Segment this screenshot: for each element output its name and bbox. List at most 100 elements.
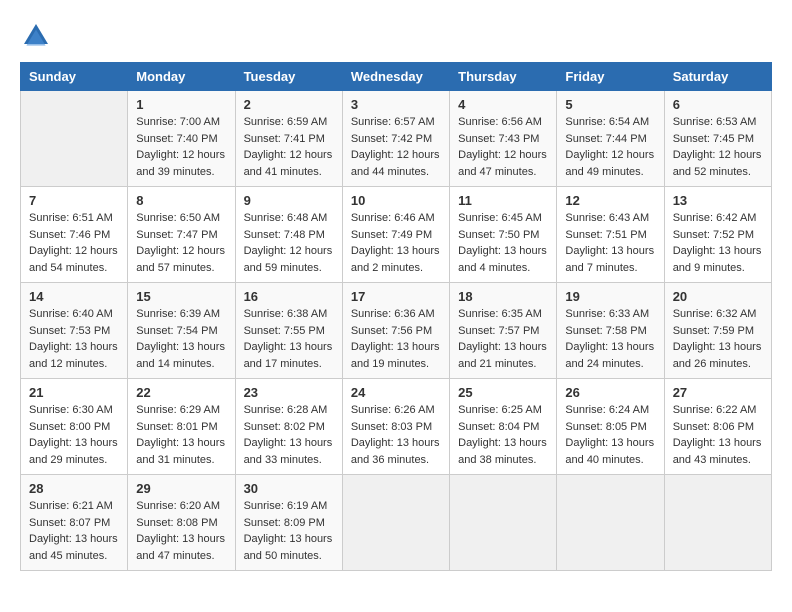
day-number: 12	[565, 193, 655, 208]
calendar-cell: 2 Sunrise: 6:59 AM Sunset: 7:41 PM Daylig…	[235, 91, 342, 187]
day-number: 17	[351, 289, 441, 304]
calendar-cell: 20 Sunrise: 6:32 AM Sunset: 7:59 PM Dayli…	[664, 283, 771, 379]
day-number: 26	[565, 385, 655, 400]
day-info: Sunrise: 6:29 AM Sunset: 8:01 PM Dayligh…	[136, 402, 226, 468]
day-info: Sunrise: 6:26 AM Sunset: 8:03 PM Dayligh…	[351, 402, 441, 468]
calendar-cell: 18 Sunrise: 6:35 AM Sunset: 7:57 PM Dayli…	[450, 283, 557, 379]
day-number: 16	[244, 289, 334, 304]
calendar-table: SundayMondayTuesdayWednesdayThursdayFrid…	[20, 62, 772, 571]
day-info: Sunrise: 6:20 AM Sunset: 8:08 PM Dayligh…	[136, 498, 226, 564]
day-info: Sunrise: 6:24 AM Sunset: 8:05 PM Dayligh…	[565, 402, 655, 468]
day-info: Sunrise: 6:38 AM Sunset: 7:55 PM Dayligh…	[244, 306, 334, 372]
calendar-cell: 16 Sunrise: 6:38 AM Sunset: 7:55 PM Dayli…	[235, 283, 342, 379]
calendar-cell: 27 Sunrise: 6:22 AM Sunset: 8:06 PM Dayli…	[664, 379, 771, 475]
day-number: 29	[136, 481, 226, 496]
day-number: 30	[244, 481, 334, 496]
day-number: 2	[244, 97, 334, 112]
day-number: 25	[458, 385, 548, 400]
day-info: Sunrise: 6:32 AM Sunset: 7:59 PM Dayligh…	[673, 306, 763, 372]
day-number: 28	[29, 481, 119, 496]
calendar-cell: 5 Sunrise: 6:54 AM Sunset: 7:44 PM Daylig…	[557, 91, 664, 187]
day-info: Sunrise: 6:50 AM Sunset: 7:47 PM Dayligh…	[136, 210, 226, 276]
day-info: Sunrise: 6:30 AM Sunset: 8:00 PM Dayligh…	[29, 402, 119, 468]
column-header-monday: Monday	[128, 63, 235, 91]
day-info: Sunrise: 6:48 AM Sunset: 7:48 PM Dayligh…	[244, 210, 334, 276]
week-row-4: 21 Sunrise: 6:30 AM Sunset: 8:00 PM Dayli…	[21, 379, 772, 475]
day-info: Sunrise: 7:00 AM Sunset: 7:40 PM Dayligh…	[136, 114, 226, 180]
day-number: 7	[29, 193, 119, 208]
day-number: 6	[673, 97, 763, 112]
calendar-body: 1Sunrise: 7:00 AM Sunset: 7:40 PM Daylig…	[21, 91, 772, 571]
calendar-cell	[342, 475, 449, 571]
calendar-cell: 23 Sunrise: 6:28 AM Sunset: 8:02 PM Dayli…	[235, 379, 342, 475]
calendar-cell: 1Sunrise: 7:00 AM Sunset: 7:40 PM Daylig…	[128, 91, 235, 187]
calendar-cell	[21, 91, 128, 187]
calendar-cell: 11Sunrise: 6:45 AM Sunset: 7:50 PM Dayli…	[450, 187, 557, 283]
day-number: 9	[244, 193, 334, 208]
day-info: Sunrise: 6:33 AM Sunset: 7:58 PM Dayligh…	[565, 306, 655, 372]
calendar-cell: 30 Sunrise: 6:19 AM Sunset: 8:09 PM Dayli…	[235, 475, 342, 571]
day-number: 20	[673, 289, 763, 304]
calendar-cell: 7 Sunrise: 6:51 AM Sunset: 7:46 PM Daylig…	[21, 187, 128, 283]
day-number: 13	[673, 193, 763, 208]
week-row-1: 1Sunrise: 7:00 AM Sunset: 7:40 PM Daylig…	[21, 91, 772, 187]
header-row: SundayMondayTuesdayWednesdayThursdayFrid…	[21, 63, 772, 91]
column-header-thursday: Thursday	[450, 63, 557, 91]
week-row-5: 28Sunrise: 6:21 AM Sunset: 8:07 PM Dayli…	[21, 475, 772, 571]
calendar-cell: 22 Sunrise: 6:29 AM Sunset: 8:01 PM Dayli…	[128, 379, 235, 475]
week-row-3: 14Sunrise: 6:40 AM Sunset: 7:53 PM Dayli…	[21, 283, 772, 379]
day-info: Sunrise: 6:59 AM Sunset: 7:41 PM Dayligh…	[244, 114, 334, 180]
day-info: Sunrise: 6:56 AM Sunset: 7:43 PM Dayligh…	[458, 114, 548, 180]
calendar-cell: 6 Sunrise: 6:53 AM Sunset: 7:45 PM Daylig…	[664, 91, 771, 187]
day-info: Sunrise: 6:40 AM Sunset: 7:53 PM Dayligh…	[29, 306, 119, 372]
column-header-friday: Friday	[557, 63, 664, 91]
column-header-tuesday: Tuesday	[235, 63, 342, 91]
calendar-cell: 19 Sunrise: 6:33 AM Sunset: 7:58 PM Dayli…	[557, 283, 664, 379]
day-info: Sunrise: 6:36 AM Sunset: 7:56 PM Dayligh…	[351, 306, 441, 372]
calendar-cell	[664, 475, 771, 571]
calendar-cell: 17 Sunrise: 6:36 AM Sunset: 7:56 PM Dayli…	[342, 283, 449, 379]
day-number: 23	[244, 385, 334, 400]
calendar-cell: 8 Sunrise: 6:50 AM Sunset: 7:47 PM Daylig…	[128, 187, 235, 283]
calendar-cell: 15Sunrise: 6:39 AM Sunset: 7:54 PM Dayli…	[128, 283, 235, 379]
week-row-2: 7 Sunrise: 6:51 AM Sunset: 7:46 PM Daylig…	[21, 187, 772, 283]
calendar-cell: 3Sunrise: 6:57 AM Sunset: 7:42 PM Daylig…	[342, 91, 449, 187]
day-number: 24	[351, 385, 441, 400]
calendar-cell: 26 Sunrise: 6:24 AM Sunset: 8:05 PM Dayli…	[557, 379, 664, 475]
day-info: Sunrise: 6:35 AM Sunset: 7:57 PM Dayligh…	[458, 306, 548, 372]
day-number: 19	[565, 289, 655, 304]
calendar-cell: 14Sunrise: 6:40 AM Sunset: 7:53 PM Dayli…	[21, 283, 128, 379]
day-info: Sunrise: 6:51 AM Sunset: 7:46 PM Dayligh…	[29, 210, 119, 276]
calendar-header: SundayMondayTuesdayWednesdayThursdayFrid…	[21, 63, 772, 91]
calendar-cell: 13 Sunrise: 6:42 AM Sunset: 7:52 PM Dayli…	[664, 187, 771, 283]
day-info: Sunrise: 6:22 AM Sunset: 8:06 PM Dayligh…	[673, 402, 763, 468]
day-info: Sunrise: 6:43 AM Sunset: 7:51 PM Dayligh…	[565, 210, 655, 276]
day-number: 5	[565, 97, 655, 112]
calendar-cell: 9 Sunrise: 6:48 AM Sunset: 7:48 PM Daylig…	[235, 187, 342, 283]
day-number: 21	[29, 385, 119, 400]
calendar-cell	[557, 475, 664, 571]
calendar-cell: 24 Sunrise: 6:26 AM Sunset: 8:03 PM Dayli…	[342, 379, 449, 475]
day-info: Sunrise: 6:54 AM Sunset: 7:44 PM Dayligh…	[565, 114, 655, 180]
day-info: Sunrise: 6:57 AM Sunset: 7:42 PM Dayligh…	[351, 114, 441, 180]
column-header-sunday: Sunday	[21, 63, 128, 91]
day-info: Sunrise: 6:53 AM Sunset: 7:45 PM Dayligh…	[673, 114, 763, 180]
calendar-cell: 12 Sunrise: 6:43 AM Sunset: 7:51 PM Dayli…	[557, 187, 664, 283]
day-number: 4	[458, 97, 548, 112]
day-number: 18	[458, 289, 548, 304]
day-number: 27	[673, 385, 763, 400]
day-info: Sunrise: 6:42 AM Sunset: 7:52 PM Dayligh…	[673, 210, 763, 276]
day-info: Sunrise: 6:45 AM Sunset: 7:50 PM Dayligh…	[458, 210, 548, 276]
day-info: Sunrise: 6:46 AM Sunset: 7:49 PM Dayligh…	[351, 210, 441, 276]
day-info: Sunrise: 6:39 AM Sunset: 7:54 PM Dayligh…	[136, 306, 226, 372]
calendar-cell: 10Sunrise: 6:46 AM Sunset: 7:49 PM Dayli…	[342, 187, 449, 283]
day-info: Sunrise: 6:28 AM Sunset: 8:02 PM Dayligh…	[244, 402, 334, 468]
day-number: 8	[136, 193, 226, 208]
calendar-cell: 4 Sunrise: 6:56 AM Sunset: 7:43 PM Daylig…	[450, 91, 557, 187]
day-number: 22	[136, 385, 226, 400]
day-info: Sunrise: 6:19 AM Sunset: 8:09 PM Dayligh…	[244, 498, 334, 564]
calendar-cell	[450, 475, 557, 571]
logo-icon	[20, 20, 52, 52]
column-header-saturday: Saturday	[664, 63, 771, 91]
calendar-cell: 21 Sunrise: 6:30 AM Sunset: 8:00 PM Dayli…	[21, 379, 128, 475]
